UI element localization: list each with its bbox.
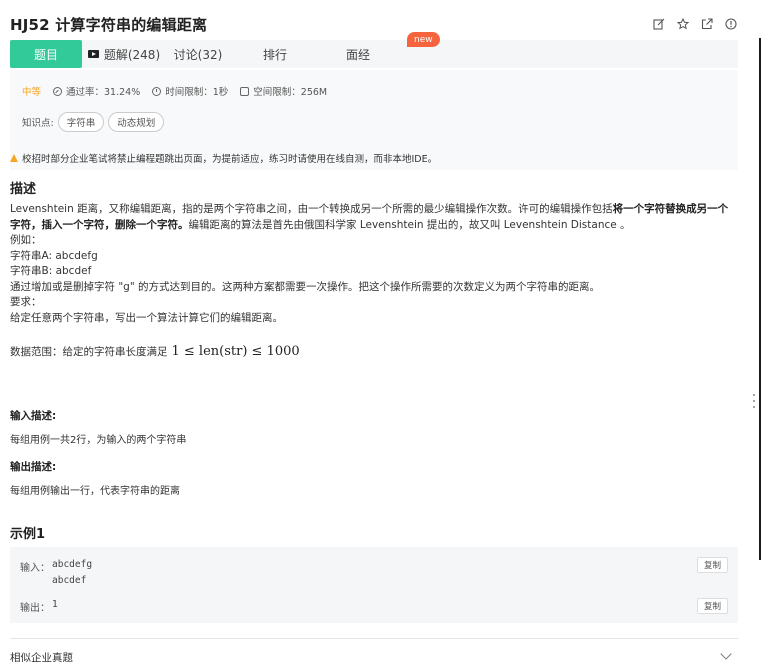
example-output-label: 输出： [20, 603, 50, 614]
desc-line: 例如： [10, 234, 42, 246]
desc-line: 字符串B: abcdef [10, 265, 92, 277]
title-row: HJ52 计算字符串的编辑距离 [10, 12, 738, 36]
time-limit: 时间限制：1秒 [152, 84, 228, 98]
input-desc-heading: 输入描述: [10, 410, 57, 422]
example-input-label: 输入： [20, 563, 50, 574]
similar-questions-title[interactable]: 相似企业真题 [10, 650, 73, 662]
tab-problem[interactable]: 题目 [10, 40, 82, 68]
new-badge: new [407, 32, 440, 47]
memory-icon [240, 86, 250, 96]
desc-text-c: 编辑距离的算法是首先由俄国科学家 Levenshtein 提出的，故又叫 Lev… [188, 218, 631, 231]
tab-solutions-label: 题解(248) [103, 47, 161, 62]
example-heading: 示例1 [10, 527, 46, 542]
share-icon[interactable] [700, 17, 714, 31]
check-circle-icon [53, 86, 63, 96]
title-actions [652, 17, 738, 31]
tag-string[interactable]: 字符串 [57, 112, 105, 132]
chevron-down-icon[interactable] [720, 648, 732, 660]
description-heading: 描述 [10, 182, 37, 197]
panel-edge [759, 38, 761, 560]
pass-rate-text: 通过率：31.24% [66, 87, 141, 98]
warning-icon [10, 154, 18, 162]
meta-row: 中等 通过率：31.24% 时间限制：1秒 空间限制：256M [22, 84, 339, 98]
edit-icon[interactable] [652, 17, 666, 31]
tab-interview[interactable]: 面经 [320, 40, 396, 68]
page-title: HJ52 计算字符串的编辑距离 [10, 15, 208, 34]
tab-solutions[interactable]: 题解(248) [82, 40, 166, 68]
problem-page: HJ52 计算字符串的编辑距离 题目 题解(248) 讨论(32) 排行 面经 … [0, 0, 750, 662]
divider [10, 638, 738, 639]
copy-input-button[interactable]: 复制 [696, 557, 728, 573]
example-input-line2[interactable]: abcdef [52, 575, 86, 586]
data-range-formula: 1 ≤ len(str) ≤ 1000 [171, 344, 300, 359]
output-desc-text: 每组用例输出一行，代表字符串的距离 [10, 486, 180, 497]
desc-line: 通过增加或是删掉字符 "g" 的方式达到目的。这两种方案都需要一次操作。把这个操… [10, 280, 600, 293]
example-input-line1[interactable]: abcdefg [52, 559, 92, 570]
description-paragraph: Levenshtein 距离，又称编辑距离，指的是两个字符串之间，由一个转换成另… [10, 202, 738, 233]
space-limit: 空间限制：256M [240, 84, 327, 98]
space-limit-text: 空间限制：256M [253, 87, 328, 98]
warning-text: 校招时部分企业笔试将禁止编程题跳出页面，为提前适应，练习时请使用在线自测，而非本… [22, 154, 438, 165]
warning-notice: 校招时部分企业笔试将禁止编程题跳出页面，为提前适应，练习时请使用在线自测，而非本… [10, 151, 437, 165]
tag-dynamic-programming[interactable]: 动态规划 [108, 112, 165, 132]
problem-tabs: 题目 题解(248) 讨论(32) 排行 面经 [10, 40, 738, 68]
output-desc-heading: 输出描述: [10, 461, 57, 473]
desc-text-a: Levenshtein 距离，又称编辑距离，指的是两个字符串之间，由一个转换成另… [10, 203, 613, 215]
tab-ranking[interactable]: 排行 [230, 40, 320, 68]
knowledge-label: 知识点: [22, 118, 54, 129]
star-icon[interactable] [676, 17, 690, 31]
panel-resize-handle[interactable] [753, 394, 756, 408]
copy-output-button[interactable]: 复制 [696, 598, 728, 614]
clock-icon [152, 86, 162, 96]
example-output-value[interactable]: 1 [52, 599, 58, 610]
difficulty-badge: 中等 [22, 87, 42, 98]
example-box: 输入： abcdefg abcdef 复制 输出： 1 复制 [10, 547, 738, 623]
time-limit-text: 时间限制：1秒 [165, 87, 229, 98]
info-icon[interactable] [724, 17, 738, 31]
data-range-label: 数据范围：给定的字符串长度满足 [10, 346, 168, 358]
pass-rate: 通过率：31.24% [53, 84, 140, 98]
desc-line: 字符串A: abcdefg [10, 249, 98, 262]
input-desc-text: 每组用例一共2行，为输入的两个字符串 [10, 435, 187, 446]
description-body: Levenshtein 距离，又称编辑距离，指的是两个字符串之间，由一个转换成另… [10, 202, 738, 326]
desc-line: 要求： [10, 296, 42, 308]
desc-line: 给定任意两个字符串，写出一个算法计算它们的编辑距离。 [10, 311, 283, 324]
knowledge-tags: 知识点: 字符串 动态规划 [22, 112, 165, 132]
data-range: 数据范围：给定的字符串长度满足 1 ≤ len(str) ≤ 1000 [10, 344, 300, 359]
video-play-icon [87, 50, 99, 58]
tab-discussion[interactable]: 讨论(32) [166, 40, 230, 68]
